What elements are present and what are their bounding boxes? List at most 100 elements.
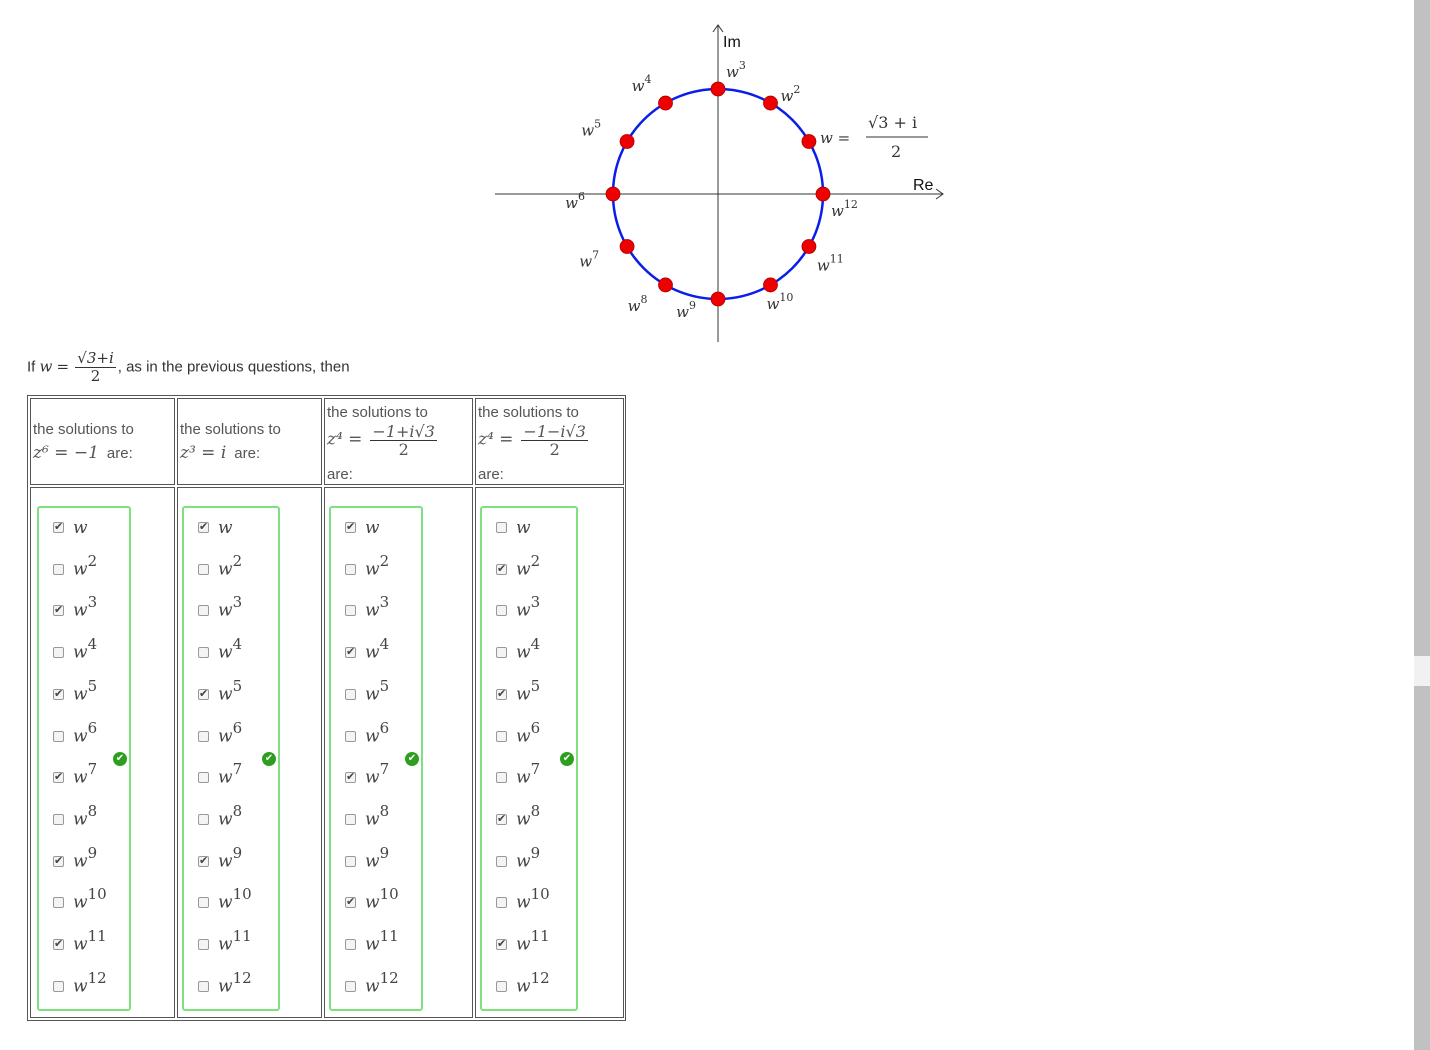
option-checkbox[interactable] bbox=[53, 563, 64, 575]
option-checkbox[interactable] bbox=[53, 730, 64, 742]
option-label: w8 bbox=[218, 801, 243, 830]
option-checkbox[interactable] bbox=[345, 980, 356, 992]
option-checkbox[interactable] bbox=[345, 647, 356, 659]
option-checkbox[interactable] bbox=[345, 939, 356, 950]
option-checkbox[interactable] bbox=[345, 897, 356, 909]
column-header-2: the solutions to z³ = i are: bbox=[177, 398, 322, 485]
column-header-equation: z⁶ = −1 are: bbox=[33, 445, 133, 463]
option-label: w6 bbox=[218, 718, 243, 747]
option-checkbox[interactable] bbox=[345, 813, 356, 825]
option-checkbox[interactable] bbox=[496, 647, 507, 659]
option-checkbox[interactable] bbox=[345, 563, 356, 575]
option-checkbox[interactable] bbox=[53, 897, 64, 909]
option-checkbox[interactable] bbox=[496, 939, 507, 950]
column-header-tail: are: bbox=[327, 466, 353, 483]
column-header-equation: z⁴ = −1+i√3 2 bbox=[327, 423, 439, 458]
option-label: w5 bbox=[365, 676, 390, 705]
option-checkbox[interactable] bbox=[496, 813, 507, 825]
intro-prefix: If bbox=[27, 358, 36, 376]
option-checkbox[interactable] bbox=[198, 855, 209, 867]
option-checkbox[interactable] bbox=[496, 980, 507, 992]
root-point-w3 bbox=[710, 81, 726, 97]
option-checkbox[interactable] bbox=[345, 772, 356, 784]
w-definition-label: w = bbox=[820, 129, 850, 147]
option-checkbox[interactable] bbox=[53, 772, 64, 784]
option-label: w3 bbox=[516, 593, 541, 622]
option-checkbox[interactable] bbox=[198, 688, 209, 700]
option-checkbox[interactable] bbox=[53, 939, 64, 950]
option-label: w7 bbox=[218, 760, 243, 788]
option-checkbox[interactable] bbox=[53, 688, 64, 700]
option-label: w12 bbox=[218, 968, 252, 997]
option-label: w10 bbox=[516, 885, 550, 913]
option-checkbox[interactable] bbox=[198, 647, 209, 659]
page-scrollbar[interactable] bbox=[1414, 0, 1430, 1050]
option-label: w7 bbox=[73, 760, 98, 788]
option-checkbox[interactable] bbox=[496, 563, 507, 575]
option-checkbox[interactable] bbox=[496, 772, 507, 784]
option-label: w5 bbox=[516, 676, 541, 705]
option-label: w11 bbox=[218, 927, 252, 955]
option-checkbox[interactable] bbox=[345, 730, 356, 742]
option-label: w6 bbox=[365, 718, 390, 747]
option-checkbox[interactable] bbox=[496, 605, 507, 617]
intro-fraction-den: 2 bbox=[90, 367, 101, 385]
column-header-tail: are: bbox=[234, 445, 261, 462]
option-label: w3 bbox=[73, 593, 98, 622]
option-checkbox[interactable] bbox=[198, 897, 209, 909]
root-label-w5: w5 bbox=[581, 118, 601, 140]
scrollbar-thumb[interactable] bbox=[1414, 0, 1430, 656]
option-checkbox[interactable] bbox=[53, 647, 64, 659]
option-checkbox[interactable] bbox=[198, 730, 209, 742]
root-label-w10: w10 bbox=[767, 291, 794, 313]
option-label: w bbox=[516, 518, 531, 538]
option-checkbox[interactable] bbox=[198, 605, 209, 617]
option-label: w3 bbox=[365, 593, 390, 622]
root-point-w11 bbox=[801, 239, 817, 254]
column-header-equation: z³ = i are: bbox=[180, 445, 261, 463]
option-checkbox[interactable] bbox=[53, 855, 64, 867]
option-checkbox[interactable] bbox=[345, 688, 356, 700]
option-checkbox[interactable] bbox=[496, 688, 507, 700]
root-point-w12 bbox=[815, 186, 831, 202]
option-checkbox[interactable] bbox=[496, 522, 507, 533]
scrollbar-thumb-lower[interactable] bbox=[1414, 686, 1430, 1050]
intro-fraction-num: √3+i bbox=[75, 349, 116, 368]
option-label: w9 bbox=[218, 843, 243, 872]
root-point-w9 bbox=[710, 291, 726, 307]
column-header-fraction: −1+i√3 2 bbox=[370, 422, 437, 458]
option-checkbox[interactable] bbox=[53, 980, 64, 992]
option-label: w10 bbox=[73, 885, 107, 913]
option-label: w12 bbox=[73, 968, 107, 997]
column-header-tail: are: bbox=[478, 466, 504, 483]
root-point-w10 bbox=[763, 277, 778, 293]
option-label: w9 bbox=[73, 843, 98, 872]
intro-fraction: √3+i 2 bbox=[75, 349, 116, 385]
option-checkbox[interactable] bbox=[496, 730, 507, 742]
column-header-4: the solutions to z⁴ = −1−i√3 2 are: bbox=[475, 398, 624, 485]
option-checkbox[interactable] bbox=[345, 605, 356, 617]
column-header-fraction-num: −1+i√3 bbox=[370, 422, 437, 441]
w-definition-numerator: √3 + i bbox=[868, 113, 917, 132]
option-checkbox[interactable] bbox=[345, 522, 356, 533]
option-checkbox[interactable] bbox=[198, 522, 209, 533]
option-checkbox[interactable] bbox=[496, 855, 507, 867]
option-label: w4 bbox=[516, 635, 541, 663]
axis-label-im: Im bbox=[723, 34, 741, 51]
root-label-w12: w12 bbox=[831, 198, 858, 220]
root-label-w11: w11 bbox=[817, 253, 844, 275]
option-checkbox[interactable] bbox=[198, 939, 209, 950]
option-checkbox[interactable] bbox=[53, 605, 64, 617]
option-checkbox[interactable] bbox=[345, 855, 356, 867]
root-label-w7: w7 bbox=[579, 249, 599, 271]
option-checkbox[interactable] bbox=[53, 813, 64, 825]
question-table: the solutions toz⁶ = −1are:ww2w3w4w5w6w7… bbox=[27, 395, 626, 1021]
option-checkbox[interactable] bbox=[496, 897, 507, 909]
option-checkbox[interactable] bbox=[198, 563, 209, 575]
option-checkbox[interactable] bbox=[198, 772, 209, 784]
option-label: w4 bbox=[365, 635, 390, 663]
answer-column-1: w w2 w3 w4 w5 w6 w7 w8 w9 w10 w11 w12 ✔ bbox=[30, 487, 175, 1018]
option-checkbox[interactable] bbox=[198, 813, 209, 825]
option-checkbox[interactable] bbox=[198, 980, 209, 992]
option-checkbox[interactable] bbox=[53, 522, 64, 533]
